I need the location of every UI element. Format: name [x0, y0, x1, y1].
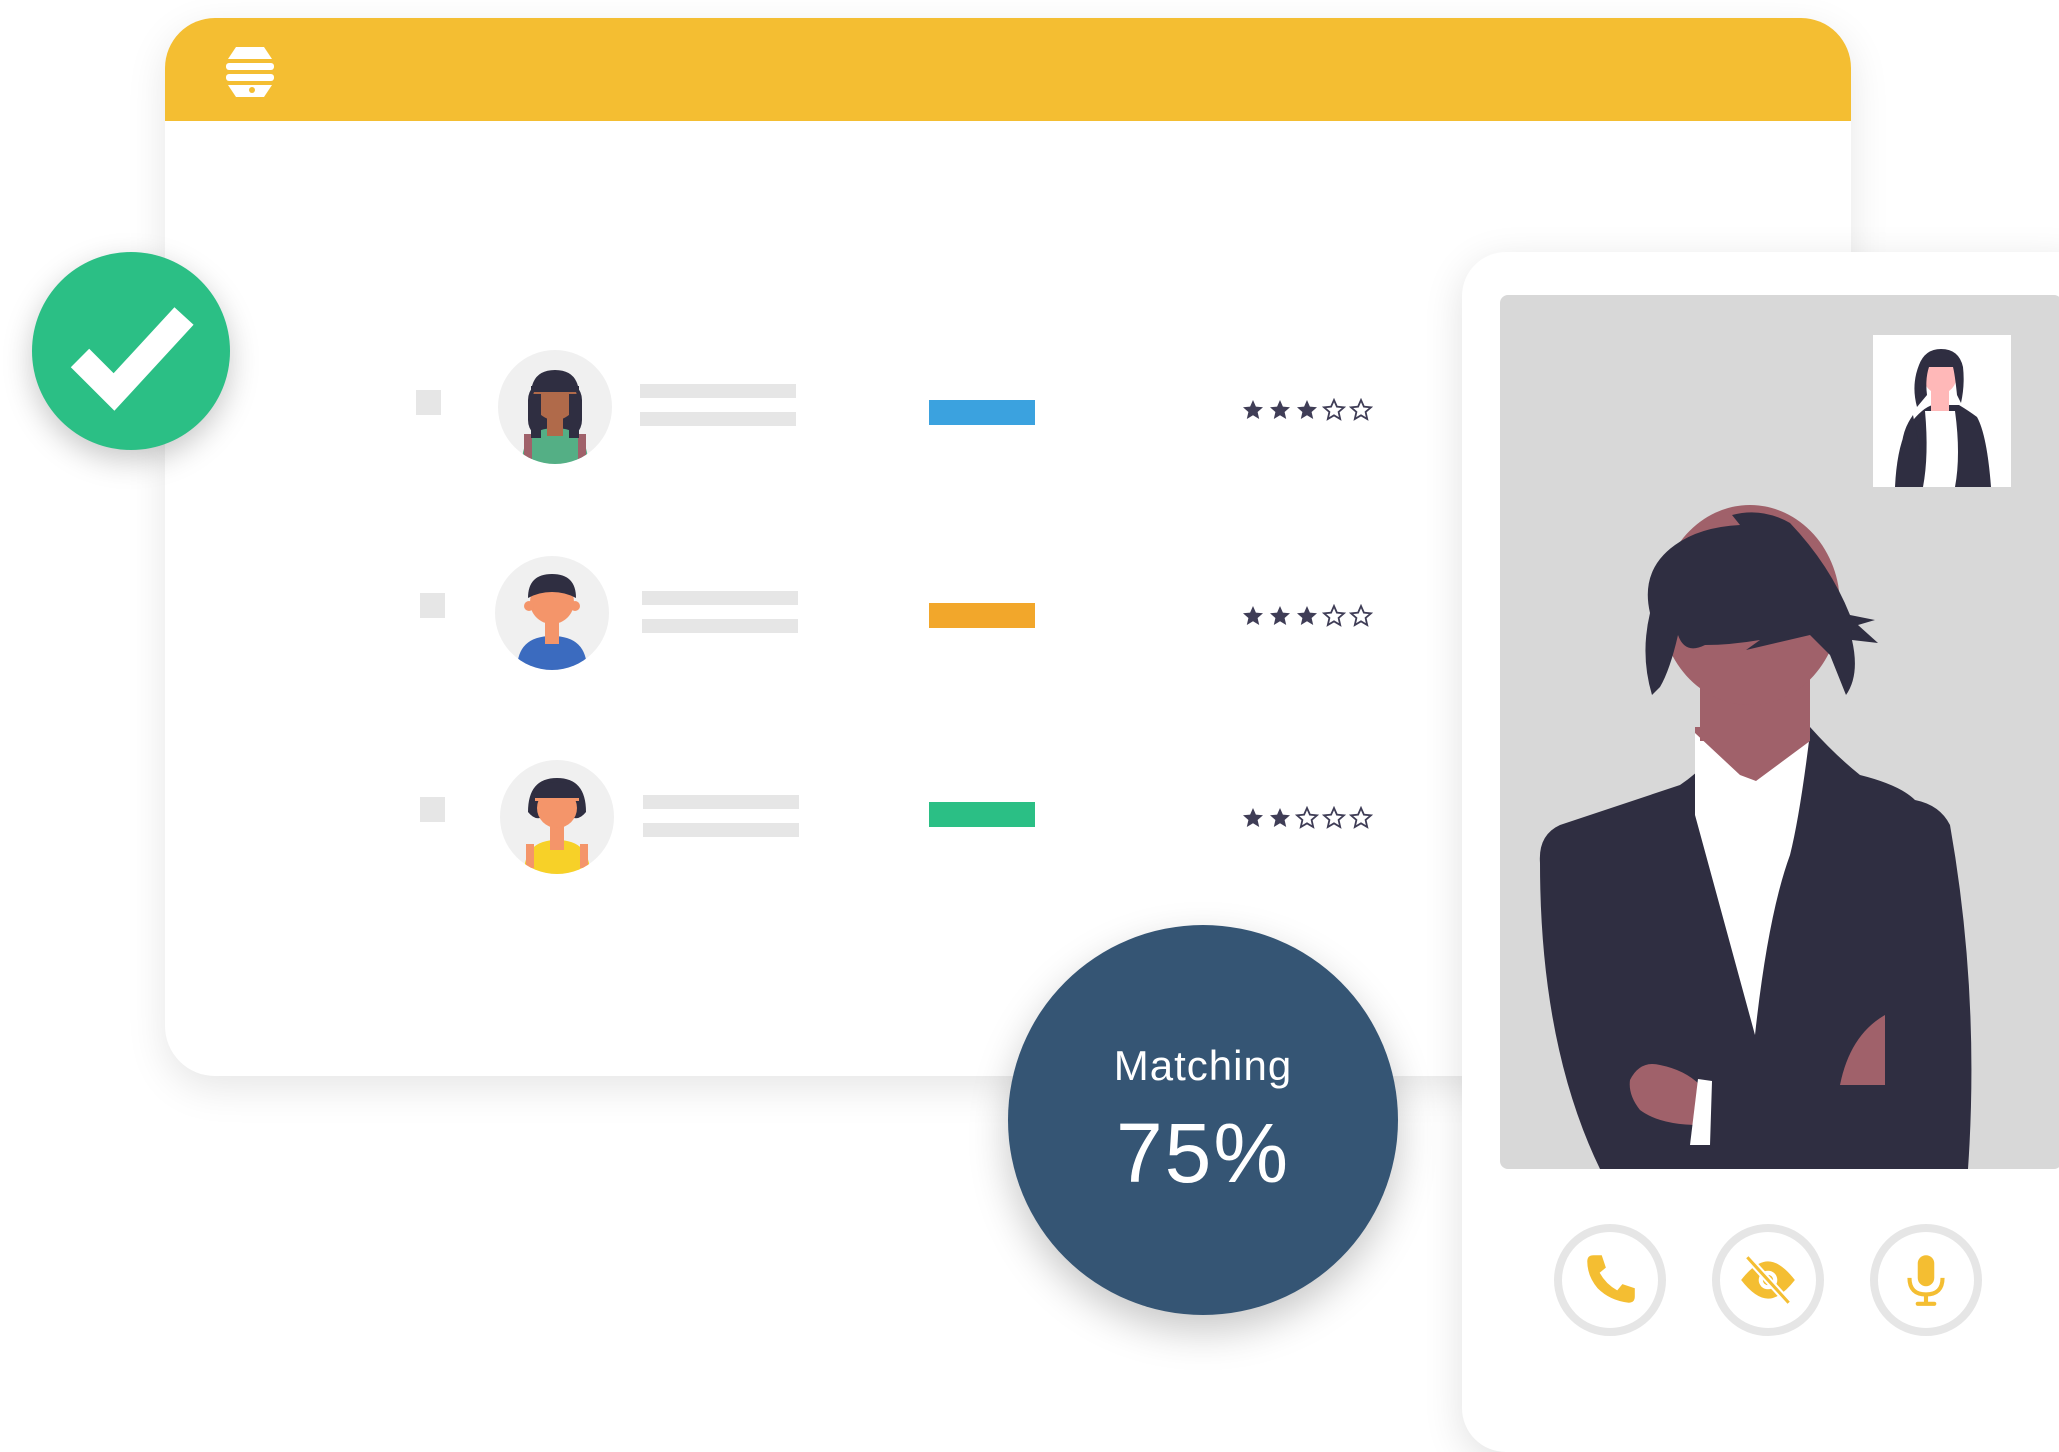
star-filled-icon[interactable] — [1268, 398, 1292, 422]
camera-off-icon — [1741, 1254, 1795, 1306]
microphone-icon — [1907, 1255, 1945, 1306]
checkmark-icon — [70, 307, 194, 411]
candidate-avatar — [498, 350, 612, 464]
candidate-name-placeholder — [643, 795, 799, 809]
hive-logo-icon[interactable] — [222, 43, 278, 99]
star-empty-icon[interactable] — [1349, 604, 1373, 628]
status-bar — [929, 802, 1035, 827]
microphone-button[interactable] — [1870, 1224, 1982, 1336]
star-filled-icon[interactable] — [1268, 806, 1292, 830]
matching-score: Matching 75% — [1008, 925, 1398, 1315]
verified-badge — [32, 252, 230, 450]
video-feed-main — [1500, 295, 2059, 1169]
star-empty-icon[interactable] — [1322, 604, 1346, 628]
star-empty-icon[interactable] — [1295, 806, 1319, 830]
star-empty-icon[interactable] — [1349, 398, 1373, 422]
woman-braids-avatar — [522, 370, 588, 464]
star-filled-icon[interactable] — [1241, 604, 1265, 628]
star-rating[interactable] — [1241, 398, 1373, 426]
candidate-row-1[interactable] — [165, 330, 1565, 464]
candidate-detail-placeholder — [643, 823, 799, 837]
star-filled-icon[interactable] — [1241, 806, 1265, 830]
candidate-avatar — [500, 760, 614, 874]
title-bar — [165, 18, 1851, 121]
star-filled-icon[interactable] — [1268, 604, 1292, 628]
candidate-detail-placeholder — [640, 412, 796, 426]
candidate-detail-placeholder — [642, 619, 798, 633]
businesswoman-figure — [1895, 349, 1991, 487]
camera-toggle-button[interactable] — [1712, 1224, 1824, 1336]
candidate-avatar — [495, 556, 609, 670]
star-filled-icon[interactable] — [1295, 604, 1319, 628]
candidate-name-placeholder — [642, 591, 798, 605]
matching-label: Matching — [1113, 1042, 1293, 1089]
candidate-row-2[interactable] — [165, 538, 1565, 670]
video-call-card — [1462, 252, 2059, 1452]
row-checkbox[interactable] — [416, 390, 441, 415]
status-bar — [929, 603, 1035, 628]
star-filled-icon[interactable] — [1241, 398, 1265, 422]
candidate-name-placeholder — [640, 384, 796, 398]
video-feed-self[interactable] — [1873, 335, 2011, 487]
status-bar — [929, 400, 1035, 425]
star-filled-icon[interactable] — [1295, 398, 1319, 422]
call-button[interactable] — [1554, 1224, 1666, 1336]
star-empty-icon[interactable] — [1322, 398, 1346, 422]
man-avatar — [517, 574, 587, 670]
row-checkbox[interactable] — [420, 593, 445, 618]
star-rating[interactable] — [1241, 806, 1373, 834]
candidate-row-3[interactable] — [165, 742, 1565, 874]
star-empty-icon[interactable] — [1322, 806, 1346, 830]
phone-icon — [1587, 1255, 1635, 1303]
star-empty-icon[interactable] — [1349, 806, 1373, 830]
matching-value: 75% — [1115, 1106, 1291, 1200]
row-checkbox[interactable] — [420, 797, 445, 822]
star-rating[interactable] — [1241, 604, 1373, 632]
woman-bob-avatar — [524, 778, 590, 874]
